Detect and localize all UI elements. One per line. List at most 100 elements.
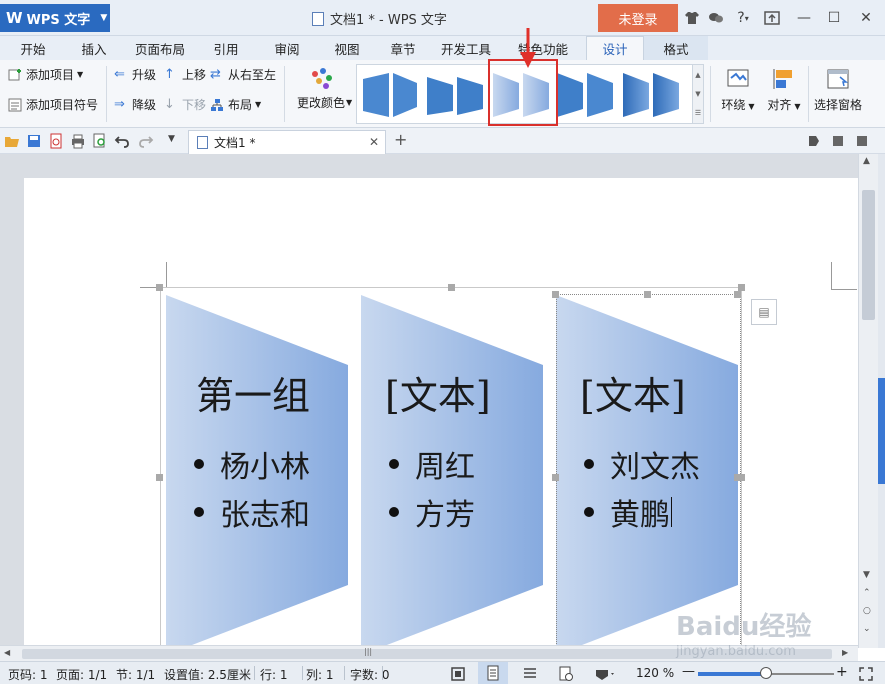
help-button[interactable]: ? ▾ — [730, 8, 756, 28]
arrow-left-icon: ⇐ — [114, 66, 125, 82]
smartart-shape-1[interactable]: 第一组 杨小林 张志和 — [166, 295, 356, 655]
shape-handle[interactable] — [552, 291, 559, 298]
tab-home[interactable]: 开始 — [0, 36, 66, 60]
list-item[interactable]: 方芳 — [389, 488, 475, 536]
print-preview-icon[interactable] — [92, 133, 108, 149]
wrap-button[interactable]: 环绕 ▼ — [718, 68, 758, 113]
new-tab-button[interactable]: + — [394, 130, 407, 149]
list-item[interactable]: 张志和 — [194, 488, 310, 536]
fullscreen-icon[interactable] — [450, 666, 466, 682]
style-option-1[interactable] — [359, 69, 423, 121]
divider — [382, 666, 383, 680]
export-pdf-icon[interactable] — [48, 133, 64, 149]
undo-icon[interactable] — [114, 133, 130, 149]
smartart-shape-2[interactable]: [文本] 周红 方芳 — [361, 295, 551, 655]
resize-handle[interactable] — [156, 284, 163, 291]
add-item-button[interactable]: 添加项目 ▼ — [8, 66, 83, 83]
gallery-scroll[interactable]: ▲ ▼ ☰ — [692, 64, 704, 124]
change-color-label: 更改颜色 — [296, 96, 345, 110]
move-down-button[interactable]: ↓ 下移 — [164, 96, 206, 113]
list-item[interactable]: 杨小林 — [194, 440, 310, 488]
window-close-small-icon[interactable] — [854, 133, 870, 149]
style-option-4[interactable] — [555, 69, 619, 121]
restore-ribbon-icon[interactable] — [762, 8, 782, 28]
page-view-button[interactable] — [478, 662, 508, 684]
layout-options-icon[interactable]: ▤ — [751, 299, 777, 325]
resize-handle[interactable] — [448, 284, 455, 291]
vertical-scrollbar[interactable]: ▲ ▼ ⌃ ○ ⌄ — [858, 154, 878, 648]
shape-handle[interactable] — [644, 291, 651, 298]
login-button[interactable]: 未登录 — [598, 4, 678, 32]
shape-handle[interactable] — [734, 291, 741, 298]
style-option-2[interactable] — [423, 69, 487, 121]
doc-assist-icon[interactable] — [806, 133, 822, 149]
outline-view-icon[interactable] — [522, 666, 538, 682]
redo-icon[interactable] — [138, 133, 154, 149]
side-panel-toggle[interactable] — [878, 378, 885, 484]
move-up-button[interactable]: ↑ 上移 — [164, 66, 206, 83]
zoom-level[interactable]: 120 % — [636, 666, 674, 680]
prev-page-icon[interactable]: ⌃ — [863, 588, 871, 598]
right-to-left-button[interactable]: ⇄ 从右至左 — [210, 66, 276, 83]
document-tab-label: 文档1 * — [214, 136, 256, 150]
eye-protect-icon[interactable] — [594, 666, 616, 682]
add-bullet-button[interactable]: 添加项目符号 — [8, 96, 98, 113]
arrow-right-icon: ⇒ — [114, 96, 125, 112]
tab-page-layout[interactable]: 页面布局 — [122, 36, 198, 60]
skin-icon[interactable] — [682, 8, 702, 28]
tab-features[interactable]: 特色功能 — [500, 36, 586, 60]
gallery-expand-icon[interactable]: ☰ — [695, 109, 701, 117]
demote-button[interactable]: ⇒ 降级 — [114, 96, 156, 113]
shape-title[interactable]: [文本] — [385, 365, 491, 420]
zoom-in-button[interactable]: + — [836, 664, 848, 680]
app-menu-button[interactable]: W WPS 文字 ▼ — [0, 4, 110, 32]
tab-references[interactable]: 引用 — [198, 36, 254, 60]
maximize-button[interactable]: ☐ — [824, 8, 844, 28]
style-option-5[interactable] — [621, 69, 685, 121]
change-color-button[interactable]: 更改颜色 — [292, 66, 350, 111]
tab-review[interactable]: 审阅 — [254, 36, 320, 60]
list-item-text: 杨小林 — [220, 450, 310, 485]
list-item-text: 周红 — [415, 450, 475, 485]
close-button[interactable]: ✕ — [856, 8, 876, 28]
zoom-slider-knob[interactable] — [760, 667, 772, 679]
chevron-down-icon[interactable]: ▼ — [695, 90, 700, 98]
align-button[interactable]: 对齐 ▼ — [764, 68, 804, 113]
resize-handle[interactable] — [156, 474, 163, 481]
selection-pane-button[interactable]: 选择窗格 — [812, 68, 864, 113]
shape-handle[interactable] — [552, 474, 559, 481]
tab-insert[interactable]: 插入 — [66, 36, 122, 60]
shape-title[interactable]: 第一组 — [196, 365, 310, 420]
scroll-left-icon[interactable]: ◀ — [4, 648, 10, 657]
scroll-grip: ||| — [364, 647, 373, 656]
fit-window-icon[interactable] — [858, 666, 874, 682]
minimize-button[interactable]: — — [794, 8, 814, 28]
customize-dropdown-icon[interactable]: ▼ — [168, 134, 175, 144]
list-item[interactable]: 周红 — [389, 440, 475, 488]
open-folder-icon[interactable] — [4, 133, 20, 149]
scroll-thumb[interactable] — [862, 190, 875, 320]
scroll-up-icon[interactable]: ▲ — [863, 156, 870, 166]
layout-button[interactable]: 布局 ▼ — [210, 96, 261, 113]
web-view-icon[interactable] — [558, 666, 574, 682]
tab-view[interactable]: 视图 — [320, 36, 374, 60]
tab-developer[interactable]: 开发工具 — [432, 36, 500, 60]
next-page-icon[interactable]: ⌄ — [863, 624, 871, 634]
promote-button[interactable]: ⇐ 升级 — [114, 66, 156, 83]
document-tab[interactable]: 文档1 * ✕ — [188, 130, 386, 154]
tab-design[interactable]: 设计 — [586, 36, 644, 60]
print-icon[interactable] — [70, 133, 86, 149]
zoom-out-button[interactable]: — — [682, 664, 695, 679]
select-browse-icon[interactable]: ○ — [863, 606, 871, 616]
save-icon[interactable] — [26, 133, 42, 149]
close-tab-button[interactable]: ✕ — [369, 135, 379, 149]
chat-icon[interactable] — [706, 8, 726, 28]
tab-format[interactable]: 格式 — [644, 36, 708, 60]
tab-section[interactable]: 章节 — [374, 36, 432, 60]
chevron-up-icon[interactable]: ▲ — [695, 71, 700, 79]
scroll-down-icon[interactable]: ▼ — [863, 570, 870, 580]
divider — [106, 66, 107, 122]
shape-handle[interactable] — [734, 474, 741, 481]
window-small-icon[interactable] — [830, 133, 846, 149]
resize-handle[interactable] — [738, 284, 745, 291]
